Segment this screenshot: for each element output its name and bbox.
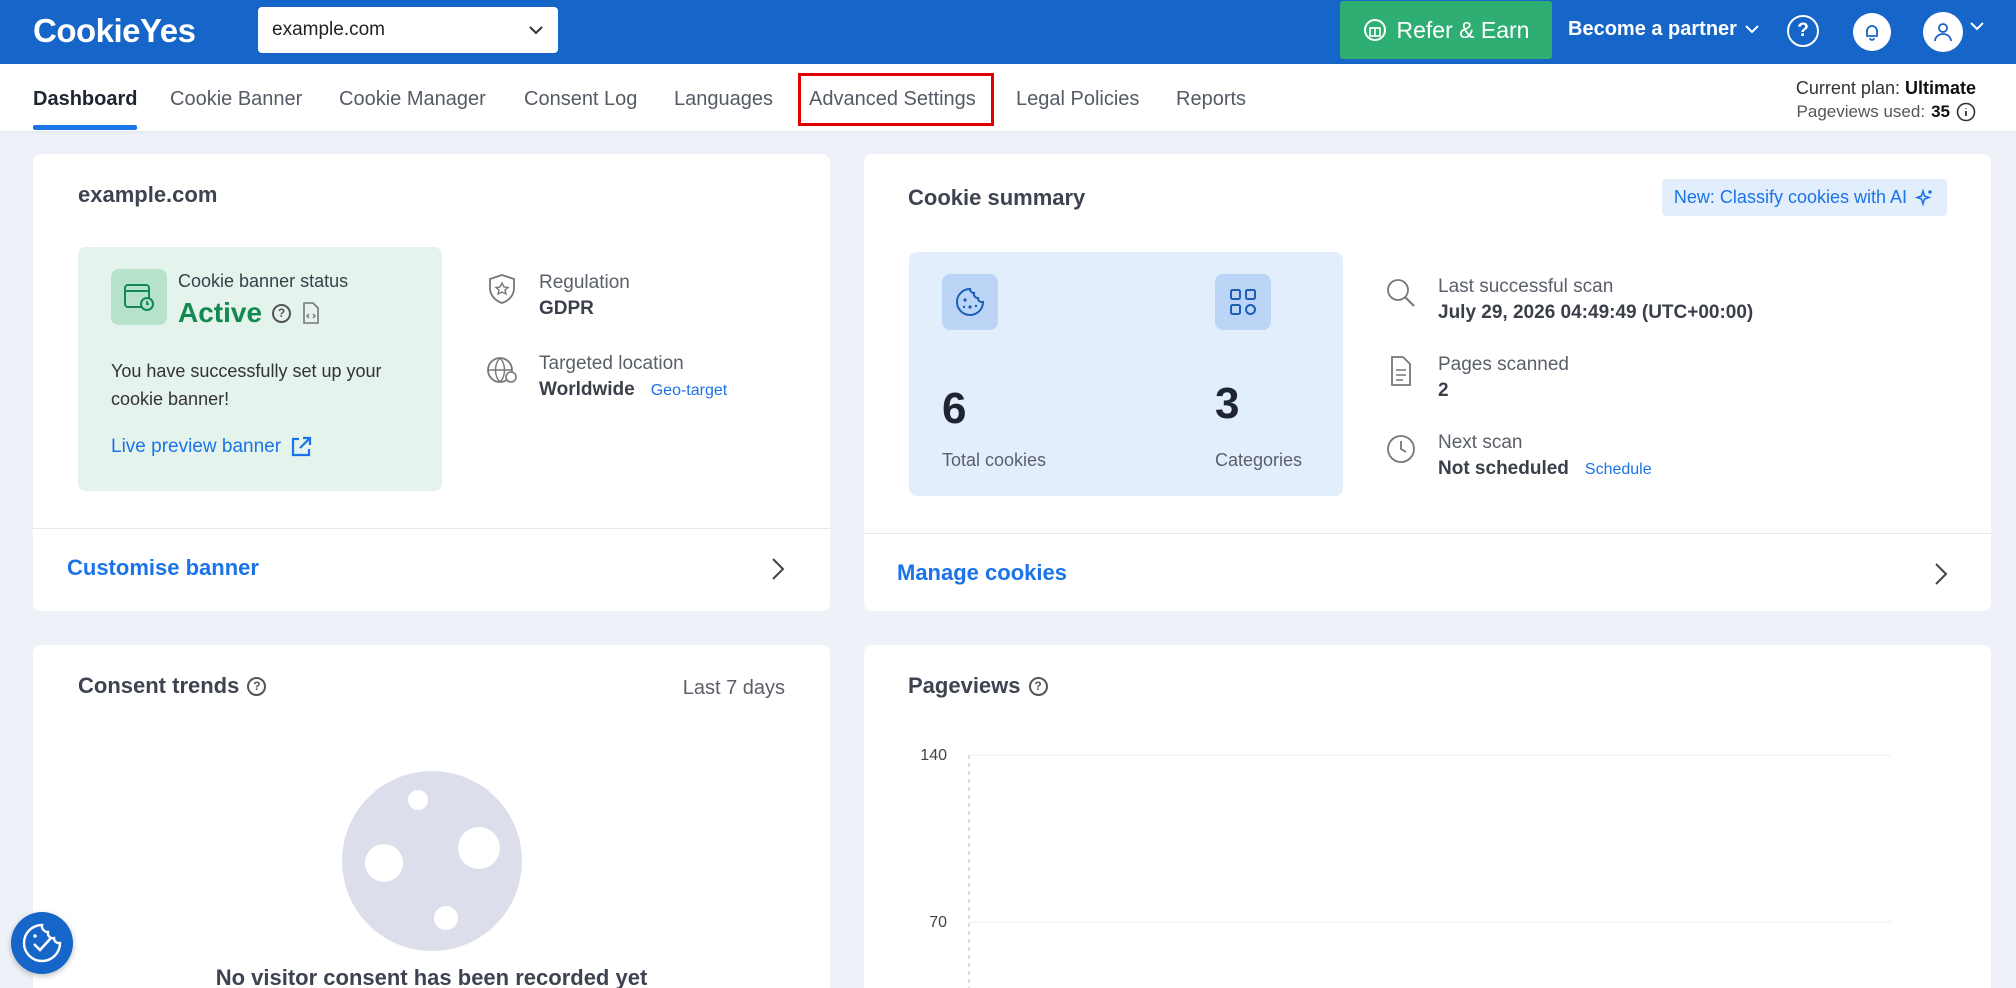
pages-scanned-info: Pages scanned 2 [1384, 354, 1569, 402]
active-tab-indicator [33, 125, 137, 130]
partner-label: Become a partner [1568, 18, 1737, 40]
site-select-value: example.com [272, 19, 385, 40]
tab-consent-log[interactable]: Consent Log [524, 88, 637, 111]
next-scan-label: Next scan [1438, 432, 1523, 453]
ai-classify-badge[interactable]: New: Classify cookies with AI [1661, 179, 1947, 216]
live-preview-label: Live preview banner [111, 436, 282, 457]
next-scan-value: Not scheduled [1438, 458, 1569, 479]
last-scan-info: Last successful scan July 29, 2026 04:49… [1384, 276, 1753, 324]
consent-empty-message: No visitor consent has been recorded yet [215, 965, 648, 988]
main-nav: Dashboard Cookie Banner Cookie Manager C… [0, 64, 2016, 131]
chevron-down-icon [529, 26, 543, 35]
plan-info: Current plan: Ultimate Pageviews used: 3… [1796, 76, 1976, 124]
cookie-preferences-button[interactable] [11, 912, 73, 974]
status-badge: Active ? [178, 297, 321, 329]
status-label: Cookie banner status [178, 271, 349, 291]
external-link-icon [291, 436, 312, 457]
tab-languages[interactable]: Languages [674, 88, 773, 111]
total-cookies-count: 6 [942, 384, 967, 433]
banner-card-title: example.com [78, 182, 218, 207]
chevron-right-icon[interactable] [771, 557, 785, 581]
globe-pin-icon [487, 357, 517, 383]
tab-dashboard[interactable]: Dashboard [33, 88, 137, 111]
info-icon[interactable] [1956, 102, 1976, 122]
become-partner-menu[interactable]: Become a partner [1568, 18, 1759, 41]
pages-scanned-label: Pages scanned [1438, 354, 1569, 375]
geo-target-link[interactable]: Geo-target [651, 382, 727, 400]
regulation-info: Regulation GDPR [485, 272, 630, 320]
bell-icon [1866, 25, 1878, 41]
highlight-box [798, 73, 994, 126]
schedule-link[interactable]: Schedule [1585, 461, 1652, 479]
regulation-label: Regulation [539, 272, 630, 293]
chevron-down-icon[interactable] [1970, 22, 1984, 31]
shield-star-icon [489, 274, 515, 304]
chart-y-tick-label: 140 [920, 747, 947, 764]
site-select[interactable]: example.com [258, 7, 558, 53]
help-button[interactable]: ? [1787, 15, 1819, 47]
consent-trends-card: Consent trends ? Last 7 days No visitor … [33, 645, 830, 988]
document-icon [1391, 356, 1411, 386]
location-info: Targeted location Worldwide Geo-target [485, 353, 727, 401]
tab-cookie-manager[interactable]: Cookie Manager [339, 88, 486, 111]
consent-trends-range[interactable]: Last 7 days [683, 677, 785, 700]
banner-card: example.com Cookie banner status Active … [33, 154, 830, 611]
card-divider [864, 533, 1991, 534]
chevron-right-icon[interactable] [1934, 562, 1948, 586]
plan-label: Current plan: [1795, 78, 1900, 98]
manage-cookies-link[interactable]: Manage cookies [897, 560, 1067, 586]
question-circle-icon[interactable]: ? [272, 303, 292, 323]
pageviews-used-label: Pageviews used: [1796, 102, 1926, 121]
card-divider [33, 528, 830, 529]
user-icon [1934, 23, 1952, 42]
document-code-icon[interactable] [301, 302, 321, 324]
customise-banner-link[interactable]: Customise banner [67, 555, 259, 581]
grid-icon [1215, 274, 1271, 330]
cookie-icon [942, 274, 998, 330]
tab-cookie-banner[interactable]: Cookie Banner [170, 88, 302, 111]
categories-label: Categories [1215, 450, 1303, 470]
cookie-summary-box: 6 Total cookies 3 Categories [909, 252, 1343, 496]
status-message: You have successfully set up your cookie… [111, 361, 382, 409]
search-icon [1387, 279, 1415, 307]
cookie-empty-illustration [342, 771, 522, 951]
pages-scanned-value: 2 [1438, 380, 1449, 401]
chart-y-tick-label: 70 [929, 914, 947, 931]
categories-count: 3 [1215, 379, 1240, 428]
pageviews-chart: 140 70 [920, 747, 1891, 988]
chevron-down-icon [1745, 25, 1759, 34]
cookieyes-logo[interactable]: CookieYes [33, 12, 196, 50]
last-scan-label: Last successful scan [1438, 276, 1614, 297]
regulation-value: GDPR [539, 298, 594, 319]
total-cookies-label: Total cookies [942, 450, 1047, 470]
cookie-summary-title: Cookie summary [908, 185, 1086, 210]
user-avatar-button[interactable] [1923, 12, 1963, 52]
location-label: Targeted location [539, 353, 684, 374]
top-bar: CookieYes example.com Refer & Earn Becom… [0, 0, 2016, 64]
sparkle-icon [1915, 187, 1932, 207]
location-value: Worldwide [539, 379, 635, 400]
question-circle-icon[interactable]: ? [247, 676, 267, 696]
last-scan-value: July 29, 2026 04:49:49 (UTC+00:00) [1438, 302, 1754, 323]
notifications-button[interactable] [1853, 13, 1891, 51]
live-preview-link[interactable]: Live preview banner [111, 435, 313, 459]
plan-value: Ultimate [1904, 78, 1976, 98]
pageviews-used-value: 35 [1931, 102, 1950, 121]
browser-clock-icon [111, 269, 167, 325]
tab-legal-policies[interactable]: Legal Policies [1016, 88, 1139, 111]
cookie-check-icon [22, 923, 62, 963]
cookie-summary-card: Cookie summary New: Classify cookies wit… [864, 154, 1991, 611]
status-value: Active [178, 297, 263, 328]
next-scan-info: Next scan Not scheduled Schedule [1384, 432, 1652, 480]
banner-status-box: Cookie banner status Active ? You have s… [78, 247, 442, 491]
refer-earn-button[interactable]: Refer & Earn [1340, 1, 1552, 59]
consent-trends-title: Consent trends [78, 673, 240, 698]
clock-icon [1387, 435, 1415, 463]
refer-earn-label: Refer & Earn [1396, 16, 1530, 43]
pageviews-card: Pageviews ? 140 70 [864, 645, 1991, 988]
tab-reports[interactable]: Reports [1176, 88, 1246, 111]
ai-classify-label: New: Classify cookies with AI [1673, 187, 1907, 207]
gift-icon [1363, 19, 1386, 41]
question-circle-icon: ? [1797, 20, 1809, 41]
